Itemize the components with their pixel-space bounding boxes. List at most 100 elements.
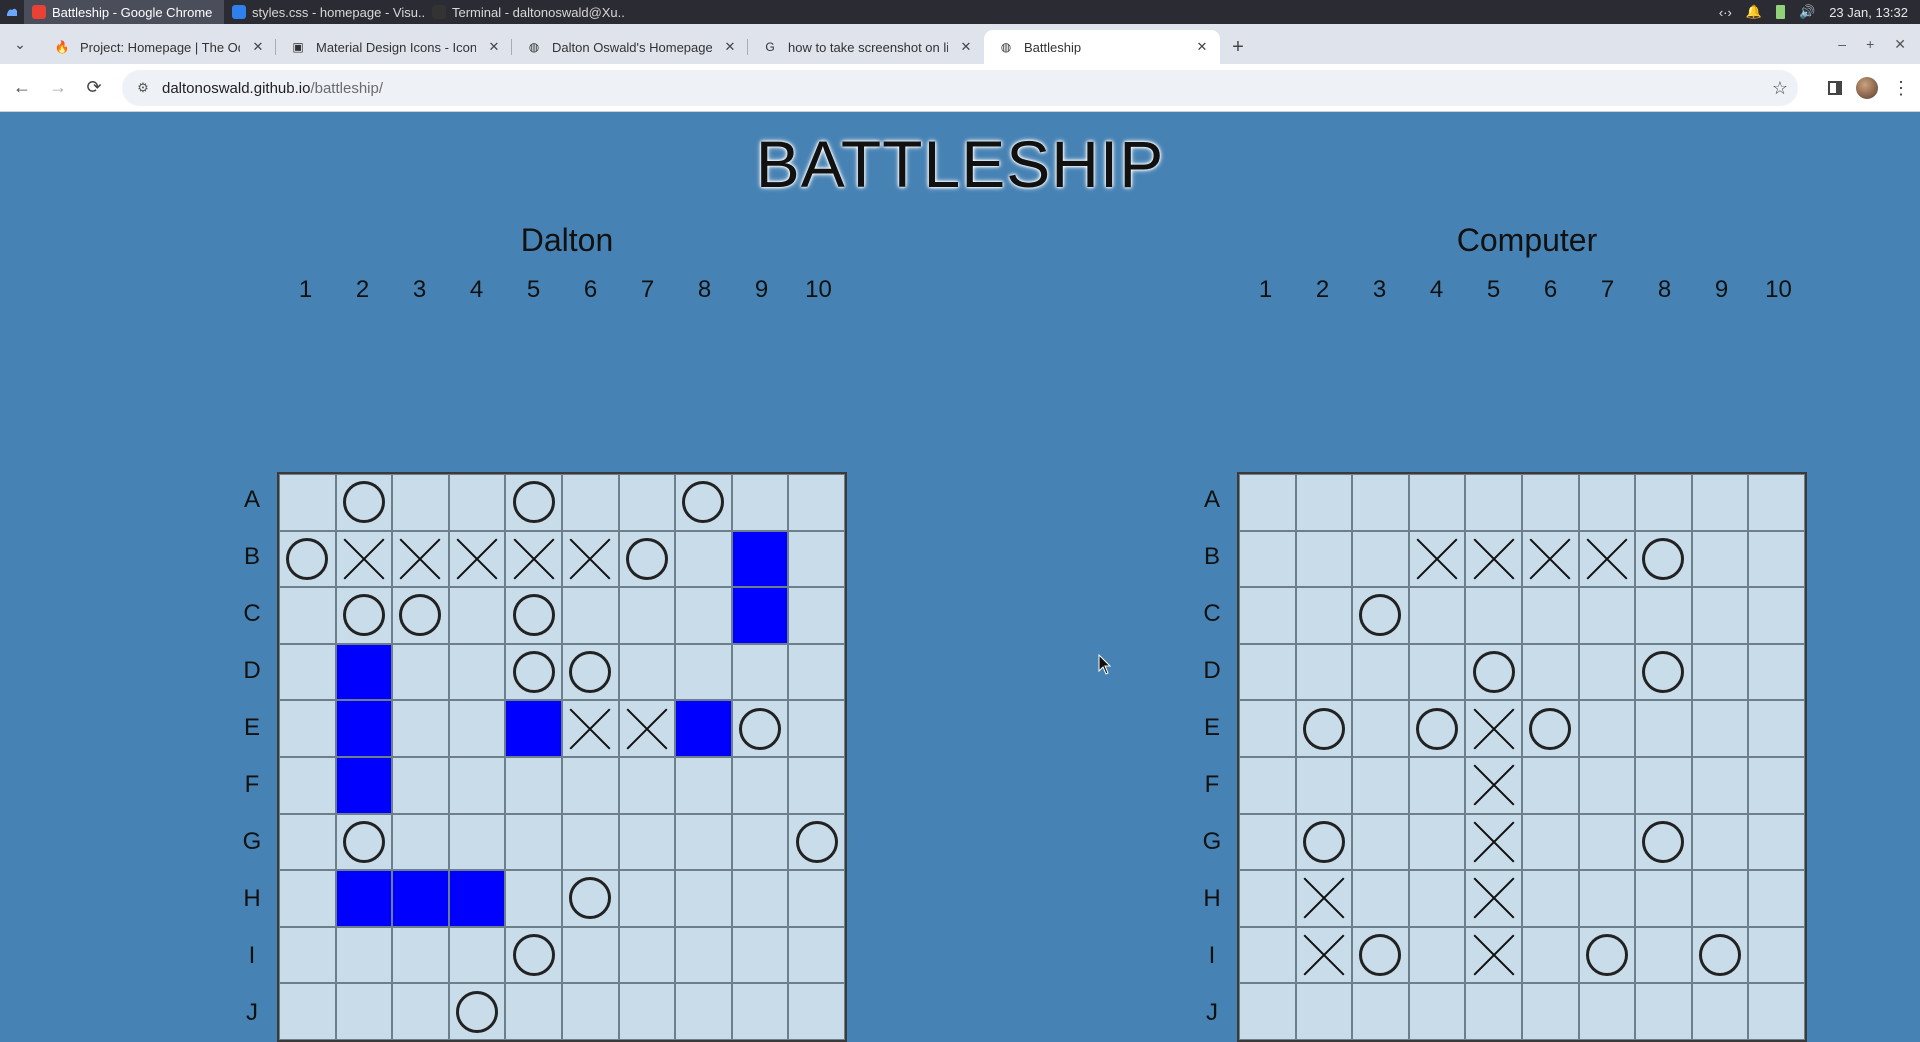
cell-F1[interactable]	[1239, 756, 1296, 814]
cell-B10[interactable]	[1748, 530, 1805, 588]
cell-C4[interactable]	[1408, 587, 1466, 644]
cell-J2[interactable]	[1295, 983, 1353, 1040]
address-bar[interactable]: ⚙ daltonoswald.github.io/battleship/ ☆	[122, 70, 1798, 106]
cell-F5[interactable]	[1465, 756, 1522, 814]
cell-B4[interactable]	[1408, 530, 1466, 588]
cell-D4[interactable]	[1408, 643, 1466, 701]
browser-tab[interactable]: ◍ Battleship ✕	[984, 30, 1220, 64]
tab-close-icon[interactable]: ✕	[958, 39, 974, 55]
cell-D1[interactable]	[279, 643, 336, 701]
taskbar-item[interactable]: Terminal - daltonoswald@Xu...	[424, 0, 624, 24]
cell-A8[interactable]	[675, 474, 732, 531]
cell-G2[interactable]	[1295, 813, 1353, 871]
network-icon[interactable]: ‹·›	[1719, 5, 1732, 20]
cell-I9[interactable]	[731, 926, 789, 984]
cell-B10[interactable]	[788, 530, 845, 588]
cell-J1[interactable]	[1239, 983, 1296, 1040]
cell-C4[interactable]	[448, 587, 506, 644]
menu-kebab-icon[interactable]: ⋮	[1892, 78, 1910, 99]
clock[interactable]: 23 Jan, 13:32	[1829, 5, 1908, 20]
cell-G4[interactable]	[448, 813, 506, 871]
cell-I6[interactable]	[1521, 926, 1579, 984]
browser-tab[interactable]: 🔥 Project: Homepage | The Odi ✕	[40, 30, 276, 64]
cell-C2[interactable]	[1295, 587, 1353, 644]
cell-E7[interactable]	[618, 700, 676, 757]
app-launcher-icon[interactable]	[0, 0, 24, 24]
cell-E2[interactable]	[1295, 700, 1353, 757]
browser-tab[interactable]: Ghow to take screenshot on lin ✕	[748, 30, 984, 64]
site-info-icon[interactable]: ⚙	[132, 77, 154, 99]
cell-A6[interactable]	[561, 474, 619, 531]
cell-H7[interactable]	[618, 870, 676, 927]
cell-H10[interactable]	[1748, 870, 1805, 927]
cell-B2[interactable]	[335, 530, 393, 588]
cell-J9[interactable]	[1691, 983, 1749, 1040]
cell-E8[interactable]	[1635, 700, 1692, 757]
cell-F2[interactable]	[1295, 756, 1353, 814]
cell-E8[interactable]	[675, 700, 732, 757]
cell-J5[interactable]	[1465, 983, 1522, 1040]
cell-E6[interactable]	[561, 700, 619, 757]
cell-A10[interactable]	[788, 474, 845, 531]
cell-D7[interactable]	[618, 643, 676, 701]
cell-H7[interactable]	[1578, 870, 1636, 927]
cell-C5[interactable]	[505, 587, 562, 644]
cell-F5[interactable]	[505, 756, 562, 814]
cell-E9[interactable]	[731, 700, 789, 757]
cell-H4[interactable]	[448, 870, 506, 927]
cell-A6[interactable]	[1521, 474, 1579, 531]
battery-icon[interactable]	[1776, 5, 1786, 19]
cell-J8[interactable]	[675, 983, 732, 1040]
cell-J1[interactable]	[279, 983, 336, 1040]
cell-G8[interactable]	[1635, 813, 1692, 871]
cell-J6[interactable]	[561, 983, 619, 1040]
cell-D2[interactable]	[1295, 643, 1353, 701]
cell-I6[interactable]	[561, 926, 619, 984]
cell-F6[interactable]	[1521, 756, 1579, 814]
cell-G9[interactable]	[1691, 813, 1749, 871]
cell-J4[interactable]	[1408, 983, 1466, 1040]
cell-D3[interactable]	[392, 643, 449, 701]
cell-B5[interactable]	[505, 530, 562, 588]
cell-H5[interactable]	[505, 870, 562, 927]
cell-A9[interactable]	[1691, 474, 1749, 531]
cell-E4[interactable]	[1408, 700, 1466, 757]
cell-A10[interactable]	[1748, 474, 1805, 531]
cell-H3[interactable]	[392, 870, 449, 927]
cell-I7[interactable]	[1578, 926, 1636, 984]
cell-J7[interactable]	[618, 983, 676, 1040]
cell-C10[interactable]	[1748, 587, 1805, 644]
cell-C6[interactable]	[561, 587, 619, 644]
close-window-icon[interactable]: ✕	[1894, 36, 1906, 53]
cell-I2[interactable]	[335, 926, 393, 984]
cell-F7[interactable]	[618, 756, 676, 814]
cell-C1[interactable]	[279, 587, 336, 644]
cell-H4[interactable]	[1408, 870, 1466, 927]
cell-G6[interactable]	[561, 813, 619, 871]
cell-C9[interactable]	[731, 587, 789, 644]
cell-B8[interactable]	[1635, 530, 1692, 588]
profile-avatar[interactable]	[1856, 77, 1878, 99]
cell-F3[interactable]	[1352, 756, 1409, 814]
cell-G4[interactable]	[1408, 813, 1466, 871]
cell-F8[interactable]	[675, 756, 732, 814]
cell-A1[interactable]	[279, 474, 336, 531]
cell-I5[interactable]	[1465, 926, 1522, 984]
cell-A7[interactable]	[618, 474, 676, 531]
cell-C7[interactable]	[618, 587, 676, 644]
cell-C3[interactable]	[1352, 587, 1409, 644]
cell-B1[interactable]	[279, 530, 336, 588]
tab-close-icon[interactable]: ✕	[250, 39, 266, 55]
cell-A9[interactable]	[731, 474, 789, 531]
cell-G8[interactable]	[675, 813, 732, 871]
tab-search-icon[interactable]: ⌄	[0, 24, 40, 64]
cell-B3[interactable]	[392, 530, 449, 588]
tab-close-icon[interactable]: ✕	[722, 39, 738, 55]
cell-D2[interactable]	[335, 643, 393, 701]
maximize-icon[interactable]: +	[1866, 36, 1874, 52]
cell-E7[interactable]	[1578, 700, 1636, 757]
forward-arrow-icon[interactable]: →	[40, 70, 76, 106]
cell-I10[interactable]	[788, 926, 845, 984]
cell-F4[interactable]	[1408, 756, 1466, 814]
cell-C8[interactable]	[675, 587, 732, 644]
